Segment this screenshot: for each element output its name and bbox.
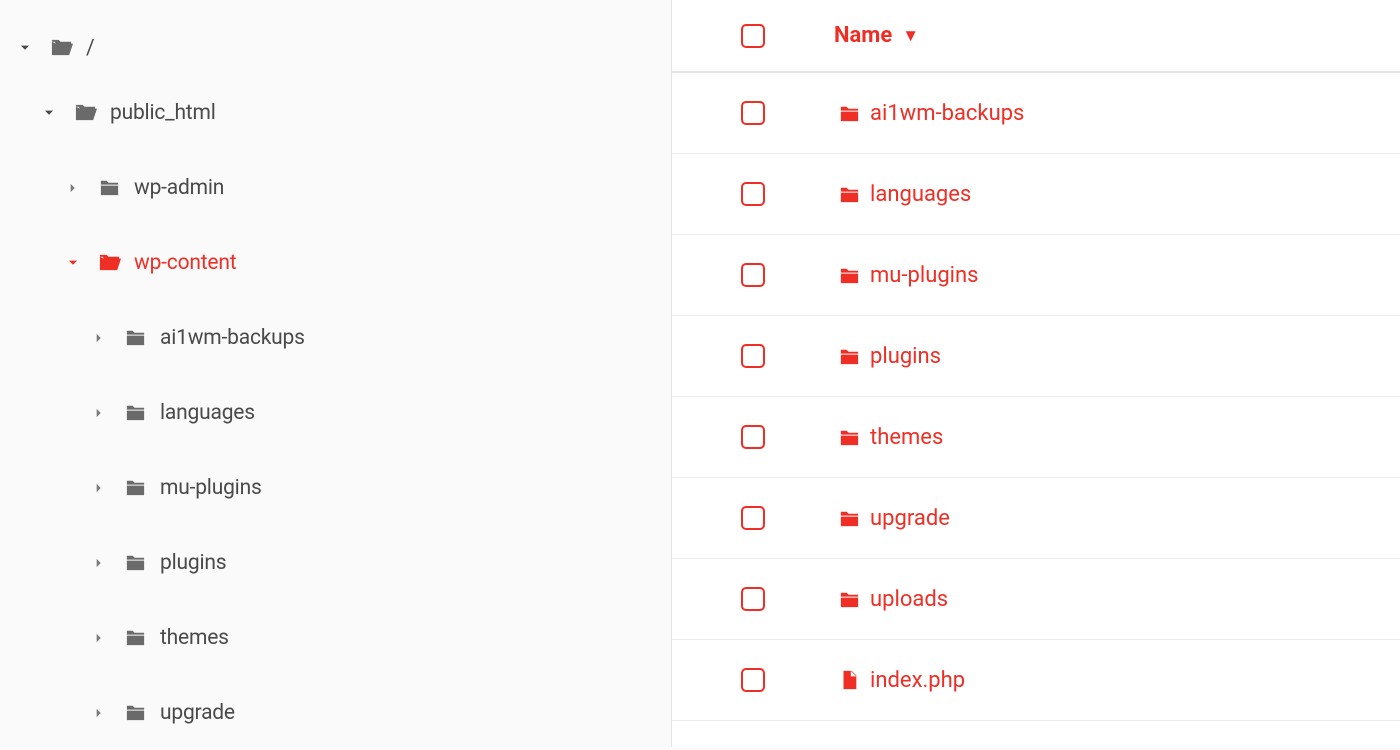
chevron-right-icon: [88, 706, 110, 720]
tree-item-wp-admin[interactable]: wp-admin: [14, 150, 671, 225]
file-name: themes: [870, 425, 943, 450]
tree-item-public-html[interactable]: public_html: [14, 75, 671, 150]
tree-item-mu-plugins[interactable]: mu-plugins: [14, 450, 671, 525]
folder-closed-icon: [834, 264, 864, 287]
table-header: Name ▼: [672, 0, 1400, 73]
tree-item-label: plugins: [160, 551, 226, 575]
folder-open-icon: [94, 251, 124, 274]
folder-closed-icon: [834, 102, 864, 125]
tree-item-languages[interactable]: languages: [14, 375, 671, 450]
folder-closed-icon: [120, 551, 150, 574]
file-icon: [834, 667, 864, 693]
table-row[interactable]: plugins: [672, 316, 1400, 397]
folder-tree-sidebar: / public_html wp-admin wp-content: [0, 0, 672, 747]
table-row[interactable]: themes: [672, 397, 1400, 478]
folder-closed-icon: [120, 476, 150, 499]
tree-item-label: public_html: [110, 101, 216, 125]
row-checkbox[interactable]: [741, 587, 765, 611]
folder-closed-icon: [834, 507, 864, 530]
file-name: plugins: [870, 344, 941, 369]
chevron-right-icon: [88, 331, 110, 345]
file-name: index.php: [870, 668, 965, 693]
tree-item-root[interactable]: /: [14, 20, 671, 75]
file-name: ai1wm-backups: [870, 101, 1024, 126]
table-row[interactable]: ai1wm-backups: [672, 73, 1400, 154]
row-checkbox[interactable]: [741, 101, 765, 125]
folder-closed-icon: [120, 701, 150, 724]
tree-item-wp-content[interactable]: wp-content: [14, 225, 671, 300]
column-header-label: Name: [834, 23, 892, 48]
table-row[interactable]: uploads: [672, 559, 1400, 640]
folder-closed-icon: [120, 401, 150, 424]
tree-item-label: ai1wm-backups: [160, 326, 305, 350]
folder-closed-icon: [834, 426, 864, 449]
chevron-right-icon: [88, 631, 110, 645]
tree-item-ai1wm-backups[interactable]: ai1wm-backups: [14, 300, 671, 375]
row-checkbox[interactable]: [741, 506, 765, 530]
column-header-name[interactable]: Name ▼: [834, 23, 919, 48]
table-row[interactable]: languages: [672, 154, 1400, 235]
tree-item-label: languages: [160, 401, 255, 425]
file-table: Name ▼ ai1wm-backups languages mu-plugin…: [672, 0, 1400, 747]
file-name: uploads: [870, 587, 948, 612]
file-name: upgrade: [870, 506, 950, 531]
row-checkbox[interactable]: [741, 263, 765, 287]
folder-open-icon: [70, 101, 100, 124]
folder-closed-icon: [120, 326, 150, 349]
folder-open-icon: [46, 36, 76, 59]
tree-item-label: /: [86, 36, 94, 60]
tree-item-upgrade[interactable]: upgrade: [14, 675, 671, 750]
table-row[interactable]: upgrade: [672, 478, 1400, 559]
tree-item-label: themes: [160, 626, 229, 650]
sort-desc-icon: ▼: [902, 26, 919, 46]
chevron-down-icon: [62, 256, 84, 270]
chevron-right-icon: [88, 406, 110, 420]
tree-item-label: wp-content: [134, 251, 236, 275]
chevron-down-icon: [38, 106, 60, 120]
chevron-right-icon: [88, 481, 110, 495]
chevron-right-icon: [88, 556, 110, 570]
row-checkbox[interactable]: [741, 668, 765, 692]
select-all-checkbox[interactable]: [741, 24, 765, 48]
tree-item-label: wp-admin: [134, 176, 224, 200]
chevron-down-icon: [14, 41, 36, 55]
file-name: languages: [870, 182, 971, 207]
tree-item-label: mu-plugins: [160, 476, 262, 500]
tree-item-themes[interactable]: themes: [14, 600, 671, 675]
chevron-right-icon: [62, 181, 84, 195]
row-checkbox[interactable]: [741, 182, 765, 206]
folder-closed-icon: [834, 183, 864, 206]
file-name: mu-plugins: [870, 263, 979, 288]
row-checkbox[interactable]: [741, 344, 765, 368]
table-row[interactable]: mu-plugins: [672, 235, 1400, 316]
folder-closed-icon: [120, 626, 150, 649]
folder-closed-icon: [834, 588, 864, 611]
folder-closed-icon: [94, 176, 124, 199]
folder-closed-icon: [834, 345, 864, 368]
row-checkbox[interactable]: [741, 425, 765, 449]
tree-item-label: upgrade: [160, 701, 235, 725]
table-row[interactable]: index.php: [672, 640, 1400, 721]
tree-item-plugins[interactable]: plugins: [14, 525, 671, 600]
